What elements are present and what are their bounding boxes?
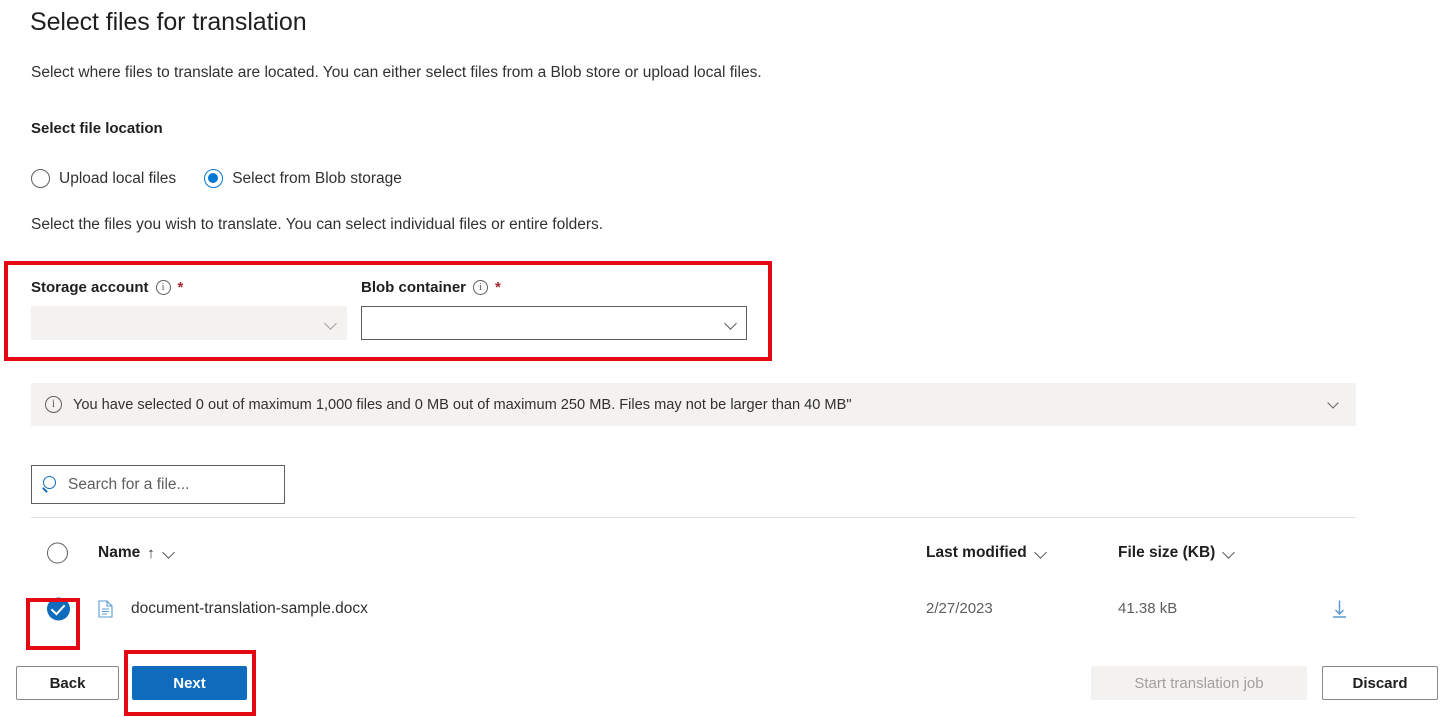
page-intro-text: Select where files to translate are loca… (31, 64, 762, 81)
checkbox-unchecked-icon (47, 542, 68, 564)
select-files-page: Select files for translation Select wher… (0, 0, 1454, 721)
chevron-down-icon (726, 318, 737, 329)
table-top-divider (31, 517, 1356, 518)
row-last-modified-cell: 2/27/2023 (926, 600, 993, 618)
search-input-placeholder: Search for a file... (68, 475, 190, 493)
storage-account-dropdown[interactable] (31, 306, 347, 340)
column-header-file-size[interactable]: File size (KB) (1118, 544, 1236, 562)
blob-container-dropdown[interactable] (361, 306, 747, 340)
row-download-button[interactable] (1331, 600, 1348, 619)
column-header-name-label: Name (98, 544, 141, 561)
storage-account-label: Storage account (31, 278, 149, 296)
search-icon (42, 476, 59, 493)
column-header-last-modified-label: Last modified (926, 544, 1027, 561)
info-icon[interactable]: i (155, 279, 171, 295)
chevron-down-icon[interactable] (163, 547, 176, 560)
search-file-box[interactable]: Search for a file... (31, 465, 285, 504)
document-icon (98, 600, 113, 618)
file-location-section-label: Select file location (31, 120, 163, 137)
radio-label-select-from-blob-storage: Select from Blob storage (232, 169, 402, 187)
radio-upload-local-files[interactable]: Upload local files (31, 169, 176, 188)
row-checkbox[interactable] (47, 597, 70, 621)
file-location-radio-group: Upload local files Select from Blob stor… (31, 169, 402, 188)
chevron-down-icon[interactable] (1223, 547, 1236, 560)
discard-button[interactable]: Discard (1322, 666, 1438, 700)
selection-info-text: You have selected 0 out of maximum 1,000… (73, 396, 852, 413)
column-header-name[interactable]: Name ↑ (98, 544, 176, 562)
blob-container-label: Blob container (361, 278, 467, 296)
checkbox-checked-icon (47, 597, 70, 621)
radio-unselected-icon (31, 169, 50, 188)
table-row[interactable]: document-translation-sample.docx 2/27/20… (31, 581, 1356, 637)
file-list-table: Name ↑ Last modified File size (KB) docu… (31, 525, 1356, 637)
page-title: Select files for translation (30, 8, 307, 36)
info-icon: i (45, 396, 62, 413)
table-header-row: Name ↑ Last modified File size (KB) (31, 525, 1356, 581)
file-name-label: document-translation-sample.docx (131, 600, 368, 617)
radio-label-upload-local-files: Upload local files (59, 169, 177, 187)
chevron-down-icon (326, 318, 337, 329)
last-modified-value: 2/27/2023 (926, 600, 993, 617)
back-button[interactable]: Back (16, 666, 119, 700)
selection-info-banner: i You have selected 0 out of maximum 1,0… (31, 383, 1356, 426)
next-button[interactable]: Next (132, 666, 247, 700)
column-header-last-modified[interactable]: Last modified (926, 544, 1048, 562)
blob-container-field: Blob container i * (361, 277, 747, 340)
download-icon (1333, 600, 1346, 618)
required-asterisk: * (177, 278, 184, 296)
chevron-down-icon[interactable] (1035, 547, 1048, 560)
start-translation-job-button: Start translation job (1091, 666, 1307, 700)
row-file-size-cell: 41.38 kB (1118, 600, 1177, 618)
column-header-file-size-label: File size (KB) (1118, 544, 1216, 561)
storage-account-label-row: Storage account i * (31, 277, 347, 297)
radio-select-from-blob-storage[interactable]: Select from Blob storage (204, 169, 402, 188)
file-size-value: 41.38 kB (1118, 600, 1178, 617)
radio-selected-icon (204, 169, 224, 188)
file-selection-instruction: Select the files you wish to translate. … (31, 216, 604, 233)
blob-container-label-row: Blob container i * (361, 277, 747, 297)
select-all-checkbox[interactable] (47, 542, 68, 564)
required-asterisk: * (495, 278, 501, 296)
info-icon[interactable]: i (473, 279, 489, 295)
chevron-down-icon[interactable] (1329, 399, 1340, 410)
storage-account-field: Storage account i * (31, 277, 347, 340)
sort-ascending-icon: ↑ (147, 544, 155, 562)
row-name-cell: document-translation-sample.docx (98, 600, 368, 618)
